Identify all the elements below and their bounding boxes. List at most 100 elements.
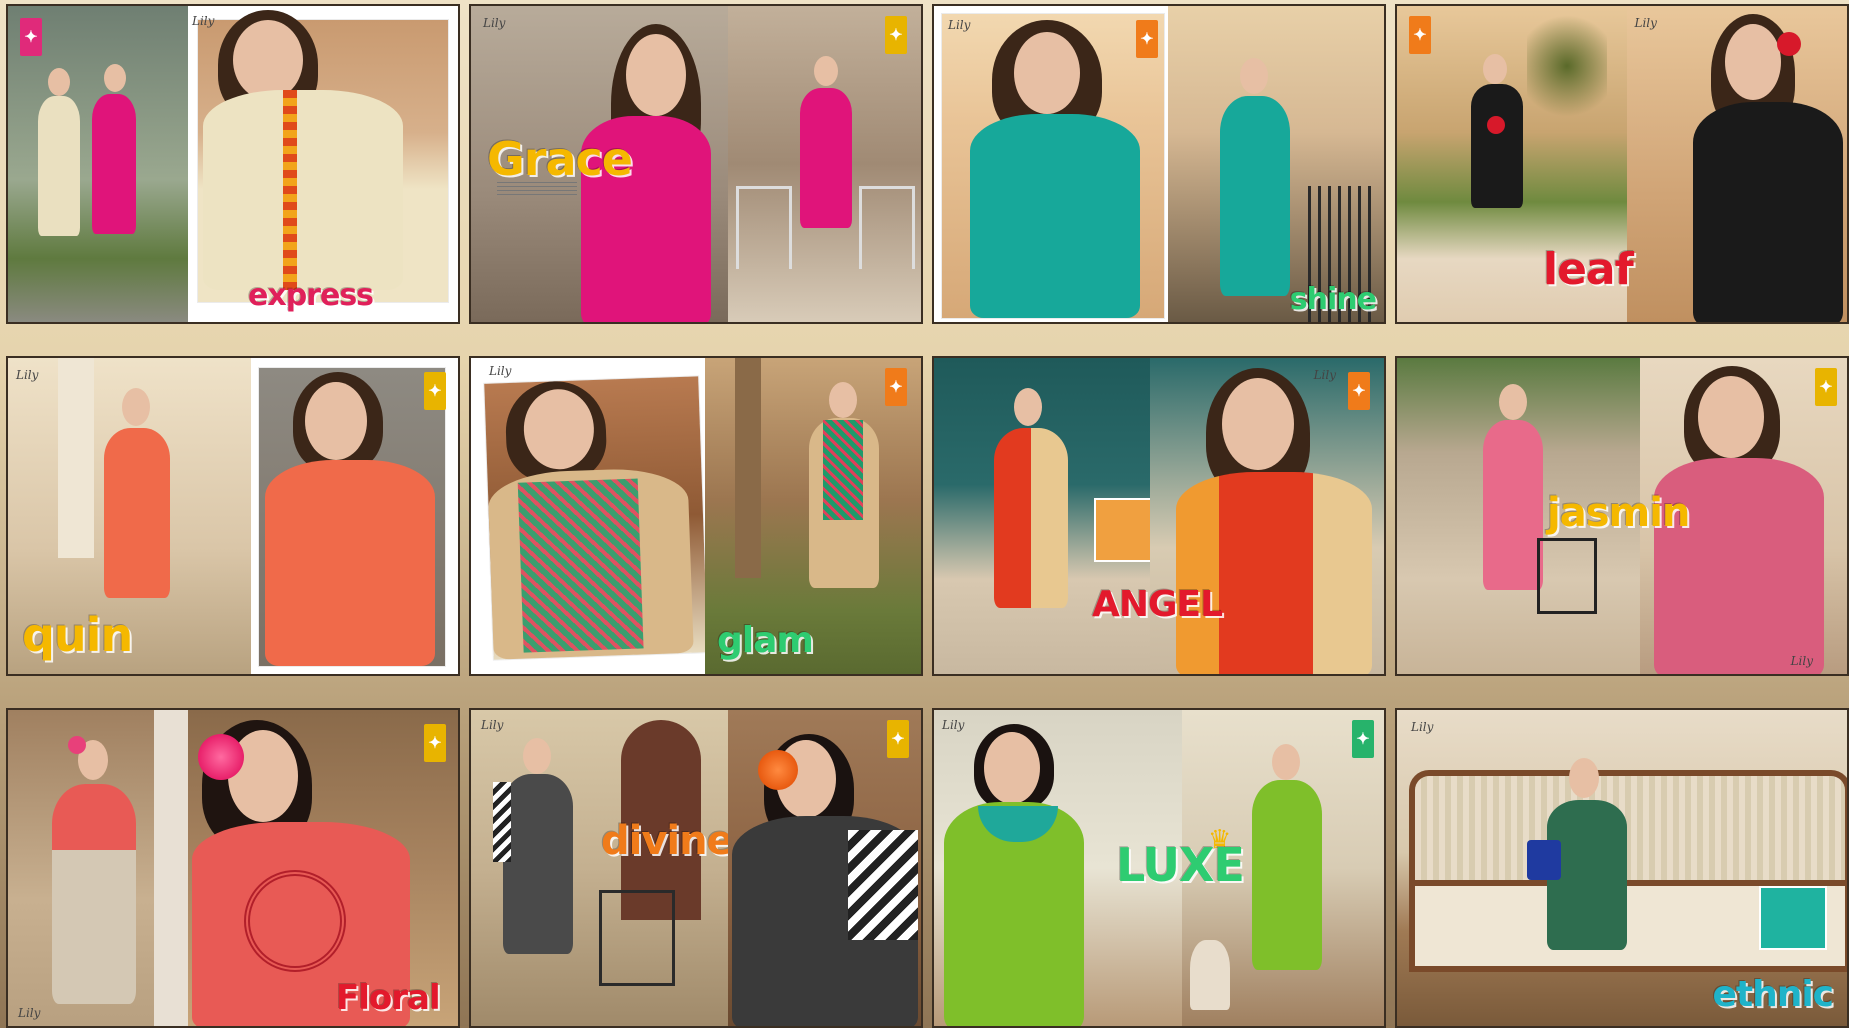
model-head [1698,376,1764,458]
collection-label: divine [601,818,734,864]
model-figure [1692,102,1843,322]
photo-right: ✦ glam [705,358,921,674]
brand-signature: Lily [192,14,215,28]
collection-label: LUXE [1116,838,1245,892]
flower-hair-accessory [757,750,798,790]
photo-left: Lily [471,358,708,674]
brand-logo-icon: ✦ [20,18,42,56]
catalog-tile-leaf[interactable]: ✦ Lily leaf [1395,4,1849,324]
model-figure [994,428,1068,608]
catalog-tile-glam[interactable]: Lily ✦ glam [469,356,923,676]
catalog-tile-express[interactable]: ✦ Lily express [6,4,460,324]
model-head [1222,378,1294,470]
brand-logo-icon: ✦ [424,372,446,410]
photo-left: Lily quin [8,358,251,674]
brand-signature: Lily [948,18,971,32]
flower-hair-accessory [68,736,86,754]
brand-signature: Lily [1313,368,1336,382]
round-embroidery [244,870,346,972]
model-figure [104,428,170,598]
photo-right: shine [1168,6,1384,322]
closeup-frame [198,10,448,302]
tree [1527,6,1607,126]
brand-logo-icon: ✦ [885,16,907,54]
collection-label: leaf [1543,244,1634,295]
inset-photo [1759,886,1827,950]
chair [859,186,915,269]
model-figure [52,784,136,1004]
brand-signature: Lily [1790,654,1813,668]
photo-right: ✦ [251,358,458,674]
closeup-frame [942,14,1164,318]
brand-signature: Lily [942,718,965,732]
photo-right: Lily [1626,6,1847,322]
collection-label: shine [1289,282,1377,317]
catalog-tile-grace[interactable]: Lily Grace ✦ [469,4,923,324]
model-figure [1251,780,1322,970]
model-figure [970,114,1140,318]
brand-logo-icon: ✦ [885,368,907,406]
brand-signature: Lily [1634,16,1657,30]
catalog-tile-floral[interactable]: ✦ Floral Lily [6,708,460,1028]
model-head [523,738,551,774]
catalog-tile-shine[interactable]: Lily ✦ shine [932,4,1386,324]
model-figure [1220,96,1290,296]
brand-logo-icon: ✦ [1136,20,1158,58]
blue-handbag [1527,840,1561,880]
photo-right: ✦ Floral [188,710,458,1026]
photo-left [934,358,1158,674]
brand-signature: Lily [481,718,504,732]
model-figure [265,460,435,666]
catalog-grid: ✦ Lily express Lily Grace ✦ Lily ✦ shine… [6,4,1849,1028]
photo-full: Lily ethnic [1397,710,1847,1026]
model-head [305,382,367,460]
model-head [1271,744,1300,780]
photo-left: ✦ [8,6,188,322]
catalog-tile-angel[interactable]: ✦ Lily ANGEL [932,356,1386,676]
catalog-tile-ethnic[interactable]: Lily ethnic [1395,708,1849,1028]
collection-label: Floral [336,978,441,1018]
collection-label: glam [717,620,814,661]
brand-signature: Lily [1411,720,1434,734]
model-head [813,56,838,86]
green-embroidery-panel [823,420,863,520]
brand-signature: Lily [489,364,512,378]
photo-right: Lily express [188,6,458,322]
model-head [829,382,857,418]
brand-logo-icon: ✦ [1348,372,1370,410]
model-head [104,64,126,92]
rose-hair-accessory [1776,32,1801,56]
brand-logo-icon: ✦ [1352,720,1374,758]
model-figure [799,88,852,228]
model-head [1569,758,1599,798]
brand-signature: Lily [18,1006,41,1020]
catalog-tile-luxe[interactable]: Lily ✦ ♛ LUXE [932,708,1386,1028]
model-head [626,34,686,116]
collection-label: ANGEL [1092,584,1223,625]
inset-photo [1094,498,1158,562]
model-figure [503,774,573,954]
chevron-sleeve [493,782,511,862]
collection-label: jasmin [1547,490,1690,536]
model-head [1014,32,1080,114]
catalog-tile-divine[interactable]: Lily divine ✦ [469,708,923,1028]
collection-label: express [248,278,374,313]
model-head [233,20,303,100]
catalog-tile-jasmin[interactable]: ✦ Lily jasmin [1395,356,1849,676]
model-figure [1471,84,1523,208]
model-head [984,732,1040,804]
brand-logo-icon: ✦ [1409,16,1431,54]
chevron-sleeve [847,830,918,940]
model-figure [1176,472,1372,674]
model-head [122,388,150,426]
chair [599,890,675,986]
catalog-tile-quin[interactable]: Lily quin ✦ [6,356,460,676]
brand-logo-icon: ✦ [424,724,446,762]
brand-logo-icon: ✦ [887,720,909,758]
collection-label: ethnic [1712,974,1834,1015]
horse-statue [1189,940,1230,1010]
pillar [58,358,94,558]
pillar [735,358,761,578]
model-head [1499,384,1527,420]
green-embroidery-panel [517,478,644,653]
